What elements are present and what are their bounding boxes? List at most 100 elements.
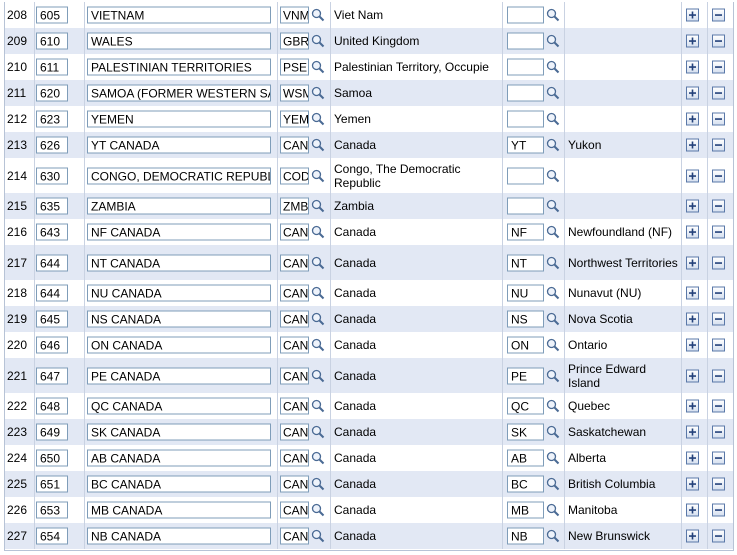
country-input[interactable]: YEM	[280, 110, 309, 128]
add-row-plus-icon[interactable]	[686, 256, 699, 269]
code-input[interactable]: 623	[36, 110, 68, 128]
delete-row-minus-icon[interactable]	[712, 256, 725, 269]
code-input[interactable]: 646	[36, 336, 68, 354]
description-input[interactable]: SAMOA (FORMER WESTERN SAM	[87, 84, 271, 102]
state-lookup-magnifier-icon[interactable]	[546, 399, 560, 413]
code-input[interactable]: 644	[36, 284, 68, 302]
country-lookup-magnifier-icon[interactable]	[311, 199, 325, 213]
delete-row-minus-icon[interactable]	[712, 8, 725, 22]
state-input[interactable]	[507, 58, 544, 76]
code-input[interactable]: 611	[36, 58, 68, 76]
add-row-plus-icon[interactable]	[686, 34, 699, 48]
description-input[interactable]: NF CANADA	[87, 223, 271, 241]
delete-row-minus-icon[interactable]	[712, 60, 725, 74]
state-lookup-magnifier-icon[interactable]	[546, 199, 560, 213]
description-input[interactable]: NU CANADA	[87, 284, 271, 302]
country-input[interactable]: CAN	[280, 527, 309, 545]
country-lookup-magnifier-icon[interactable]	[311, 8, 325, 22]
add-row-plus-icon[interactable]	[686, 338, 699, 352]
state-input[interactable]: PE	[507, 367, 544, 384]
delete-row-minus-icon[interactable]	[712, 199, 725, 213]
country-input[interactable]: CAN	[280, 136, 309, 154]
state-input[interactable]: YT	[507, 136, 544, 154]
description-input[interactable]: WALES	[87, 32, 271, 50]
country-input[interactable]: CAN	[280, 423, 309, 441]
add-row-plus-icon[interactable]	[686, 503, 699, 517]
state-input[interactable]	[507, 32, 544, 50]
state-input[interactable]: MB	[507, 501, 544, 519]
country-input[interactable]: ZMB	[280, 197, 309, 215]
state-input[interactable]: NT	[507, 254, 544, 271]
state-lookup-magnifier-icon[interactable]	[546, 256, 560, 270]
description-input[interactable]: VIETNAM	[87, 6, 271, 24]
code-input[interactable]: 651	[36, 475, 68, 493]
country-input[interactable]: CAN	[280, 254, 309, 271]
country-lookup-magnifier-icon[interactable]	[311, 286, 325, 300]
country-input[interactable]: GBR	[280, 32, 309, 50]
code-input[interactable]: 620	[36, 84, 68, 102]
delete-row-minus-icon[interactable]	[712, 529, 725, 543]
description-input[interactable]: ZAMBIA	[87, 197, 271, 215]
state-lookup-magnifier-icon[interactable]	[546, 451, 560, 465]
delete-row-minus-icon[interactable]	[712, 225, 725, 239]
add-row-plus-icon[interactable]	[686, 225, 699, 239]
country-lookup-magnifier-icon[interactable]	[311, 451, 325, 465]
delete-row-minus-icon[interactable]	[712, 86, 725, 100]
code-input[interactable]: 643	[36, 223, 68, 241]
state-lookup-magnifier-icon[interactable]	[546, 86, 560, 100]
state-input[interactable]: AB	[507, 449, 544, 467]
state-input[interactable]: QC	[507, 397, 544, 415]
state-input[interactable]: BC	[507, 475, 544, 493]
state-input[interactable]: NF	[507, 223, 544, 241]
add-row-plus-icon[interactable]	[686, 369, 699, 382]
delete-row-minus-icon[interactable]	[712, 338, 725, 352]
delete-row-minus-icon[interactable]	[712, 138, 725, 152]
country-lookup-magnifier-icon[interactable]	[311, 312, 325, 326]
state-lookup-magnifier-icon[interactable]	[546, 60, 560, 74]
country-input[interactable]: CAN	[280, 284, 309, 302]
country-lookup-magnifier-icon[interactable]	[311, 169, 325, 183]
country-lookup-magnifier-icon[interactable]	[311, 529, 325, 543]
code-input[interactable]: 650	[36, 449, 68, 467]
description-input[interactable]: NT CANADA	[87, 254, 271, 271]
country-lookup-magnifier-icon[interactable]	[311, 369, 325, 383]
code-input[interactable]: 649	[36, 423, 68, 441]
add-row-plus-icon[interactable]	[686, 112, 699, 126]
delete-row-minus-icon[interactable]	[712, 425, 725, 439]
add-row-plus-icon[interactable]	[686, 138, 699, 152]
delete-row-minus-icon[interactable]	[712, 169, 725, 182]
country-input[interactable]: CAN	[280, 310, 309, 328]
state-lookup-magnifier-icon[interactable]	[546, 8, 560, 22]
delete-row-minus-icon[interactable]	[712, 34, 725, 48]
code-input[interactable]: 647	[36, 367, 68, 384]
delete-row-minus-icon[interactable]	[712, 312, 725, 326]
code-input[interactable]: 610	[36, 32, 68, 50]
description-input[interactable]: YEMEN	[87, 110, 271, 128]
state-input[interactable]	[507, 197, 544, 215]
state-input[interactable]	[507, 84, 544, 102]
country-input[interactable]: COD	[280, 167, 309, 184]
country-input[interactable]: PSE	[280, 58, 309, 76]
state-lookup-magnifier-icon[interactable]	[546, 529, 560, 543]
code-input[interactable]: 648	[36, 397, 68, 415]
add-row-plus-icon[interactable]	[686, 399, 699, 413]
country-lookup-magnifier-icon[interactable]	[311, 399, 325, 413]
state-lookup-magnifier-icon[interactable]	[546, 369, 560, 383]
add-row-plus-icon[interactable]	[686, 451, 699, 465]
delete-row-minus-icon[interactable]	[712, 503, 725, 517]
description-input[interactable]: NB CANADA	[87, 527, 271, 545]
state-input[interactable]	[507, 6, 544, 24]
state-lookup-magnifier-icon[interactable]	[546, 312, 560, 326]
description-input[interactable]: BC CANADA	[87, 475, 271, 493]
state-lookup-magnifier-icon[interactable]	[546, 425, 560, 439]
state-input[interactable]	[507, 110, 544, 128]
country-lookup-magnifier-icon[interactable]	[311, 86, 325, 100]
state-lookup-magnifier-icon[interactable]	[546, 138, 560, 152]
delete-row-minus-icon[interactable]	[712, 477, 725, 491]
code-input[interactable]: 654	[36, 527, 68, 545]
add-row-plus-icon[interactable]	[686, 60, 699, 74]
description-input[interactable]: CONGO, DEMOCRATIC REPUBLIC	[87, 167, 271, 184]
delete-row-minus-icon[interactable]	[712, 399, 725, 413]
country-lookup-magnifier-icon[interactable]	[311, 503, 325, 517]
add-row-plus-icon[interactable]	[686, 86, 699, 100]
